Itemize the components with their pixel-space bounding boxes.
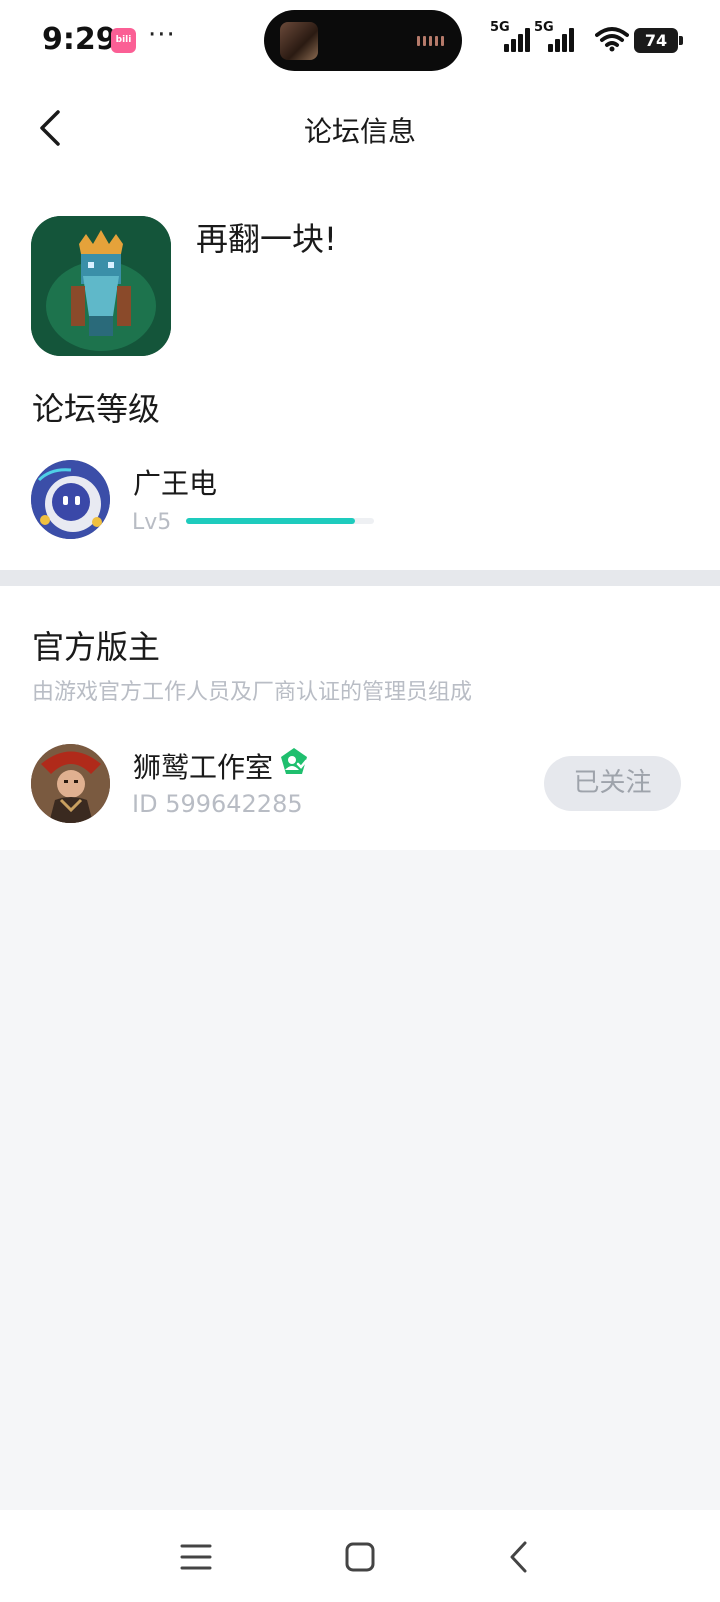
wifi-icon — [595, 27, 629, 52]
bilibili-app-icon: bili — [111, 28, 136, 53]
battery-icon: 74 — [634, 28, 683, 53]
verified-badge-icon — [281, 748, 308, 774]
game-icon[interactable] — [31, 216, 171, 356]
dynamic-island[interactable] — [264, 10, 462, 71]
forum-info-section: 再翻一块! 论坛等级 广王电 Lv5 — [0, 174, 720, 570]
warrior-avatar-icon — [31, 744, 110, 823]
user-name: 广王电 — [133, 467, 218, 500]
game-name: 再翻一块! — [196, 220, 337, 258]
section-divider — [0, 570, 720, 586]
moderators-subtitle: 由游戏官方工作人员及厂商认证的管理员组成 — [32, 680, 473, 705]
more-notifications-icon: ··· — [148, 20, 176, 50]
moderators-title: 官方版主 — [32, 628, 161, 666]
user-level: Lv5 — [132, 510, 172, 535]
media-artwork-icon — [280, 22, 318, 60]
home-icon[interactable] — [335, 1532, 385, 1582]
back-icon[interactable] — [495, 1532, 545, 1582]
level-progress-bar — [186, 518, 374, 524]
status-bar: 9:29 bili ··· 5G 5G 74 — [0, 0, 720, 82]
game-character-icon — [31, 216, 171, 356]
official-moderators-section: 官方版主 由游戏官方工作人员及厂商认证的管理员组成 狮鹫工作室 ID 59964… — [0, 586, 720, 850]
moderator-avatar[interactable] — [31, 744, 110, 823]
header: 论坛信息 — [0, 82, 720, 174]
following-button[interactable]: 已关注 — [544, 756, 681, 811]
moderator-name: 狮鹫工作室 — [133, 751, 274, 784]
audio-wave-icon — [417, 36, 444, 46]
level-progress-fill — [186, 518, 356, 524]
robot-avatar-icon — [31, 460, 110, 539]
moderator-id: ID 599642285 — [132, 790, 303, 818]
status-time: 9:29 — [42, 22, 117, 57]
menu-icon[interactable] — [171, 1532, 221, 1582]
page-title: 论坛信息 — [303, 115, 416, 148]
forum-level-title: 论坛等级 — [32, 390, 161, 428]
user-avatar[interactable] — [31, 460, 110, 539]
system-nav-bar — [0, 1510, 720, 1602]
